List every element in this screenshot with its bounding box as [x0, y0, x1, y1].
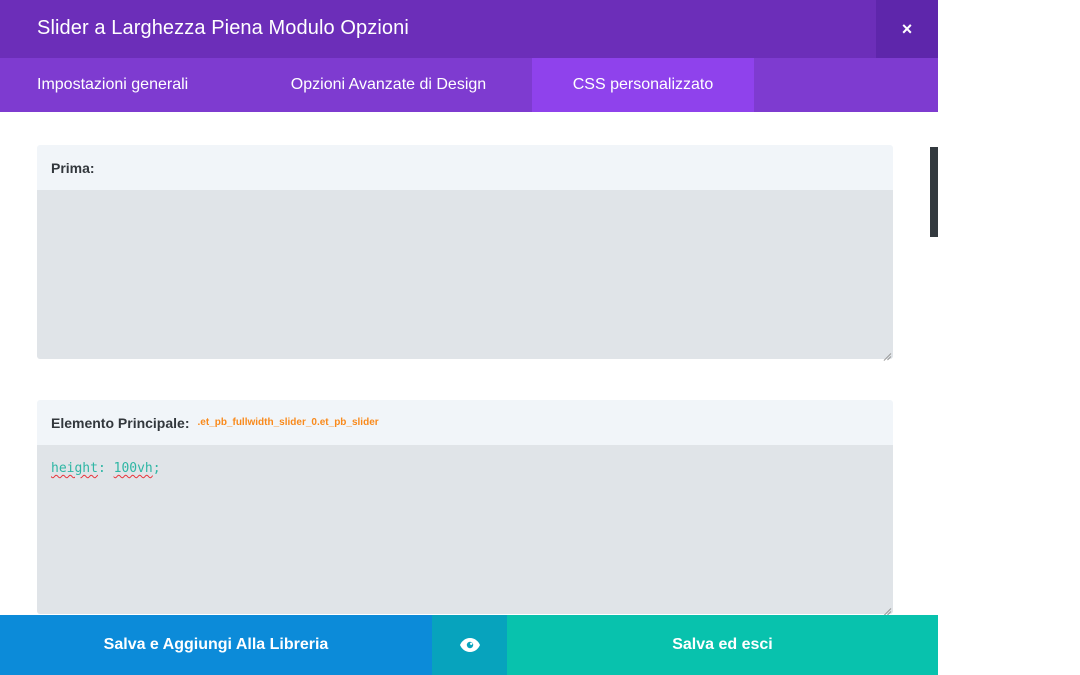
css-code: height: 100vh;: [51, 461, 161, 476]
css-terminator: ;: [152, 461, 161, 476]
resize-handle-icon[interactable]: [883, 604, 891, 612]
modal-footer: Salva e Aggiungi Alla Libreria Salva ed …: [0, 615, 938, 675]
css-separator: :: [97, 461, 114, 476]
scrollbar-thumb[interactable]: [930, 147, 938, 237]
preview-button[interactable]: [432, 615, 507, 675]
css-value: 100vh: [113, 461, 153, 476]
close-button[interactable]: ×: [876, 0, 938, 58]
field-label-bar: Elemento Principale: .et_pb_fullwidth_sl…: [37, 400, 893, 445]
save-and-exit-button[interactable]: Salva ed esci: [507, 615, 938, 675]
eye-icon: [459, 638, 480, 652]
close-icon: ×: [901, 18, 913, 39]
resize-handle-icon[interactable]: [883, 349, 891, 357]
css-selector-label: .et_pb_fullwidth_slider_0.et_pb_slider: [197, 417, 379, 428]
tab-bar: Impostazioni generali Opzioni Avanzate d…: [0, 58, 938, 112]
tab-general-settings[interactable]: Impostazioni generali: [0, 58, 245, 112]
field-main-element: Elemento Principale: .et_pb_fullwidth_sl…: [37, 400, 893, 614]
tab-custom-css[interactable]: CSS personalizzato: [532, 58, 754, 112]
field-label: Prima:: [51, 159, 95, 176]
tab-advanced-design[interactable]: Opzioni Avanzate di Design: [245, 58, 532, 112]
module-settings-modal: Slider a Larghezza Piena Modulo Opzioni …: [0, 0, 938, 675]
css-property: height: [51, 461, 98, 476]
field-label: Elemento Principale:: [51, 414, 190, 431]
modal-title: Slider a Larghezza Piena Modulo Opzioni: [37, 17, 409, 39]
main-element-css-textarea[interactable]: height: 100vh;: [37, 445, 893, 614]
field-label-bar: Prima:: [37, 145, 893, 190]
settings-content: Prima: Elemento Principale: .et_pb_fullw…: [0, 112, 938, 615]
field-before: Prima:: [37, 145, 893, 359]
before-css-textarea[interactable]: [37, 190, 893, 359]
modal-header: Slider a Larghezza Piena Modulo Opzioni …: [0, 0, 938, 58]
save-to-library-button[interactable]: Salva e Aggiungi Alla Libreria: [0, 615, 432, 675]
